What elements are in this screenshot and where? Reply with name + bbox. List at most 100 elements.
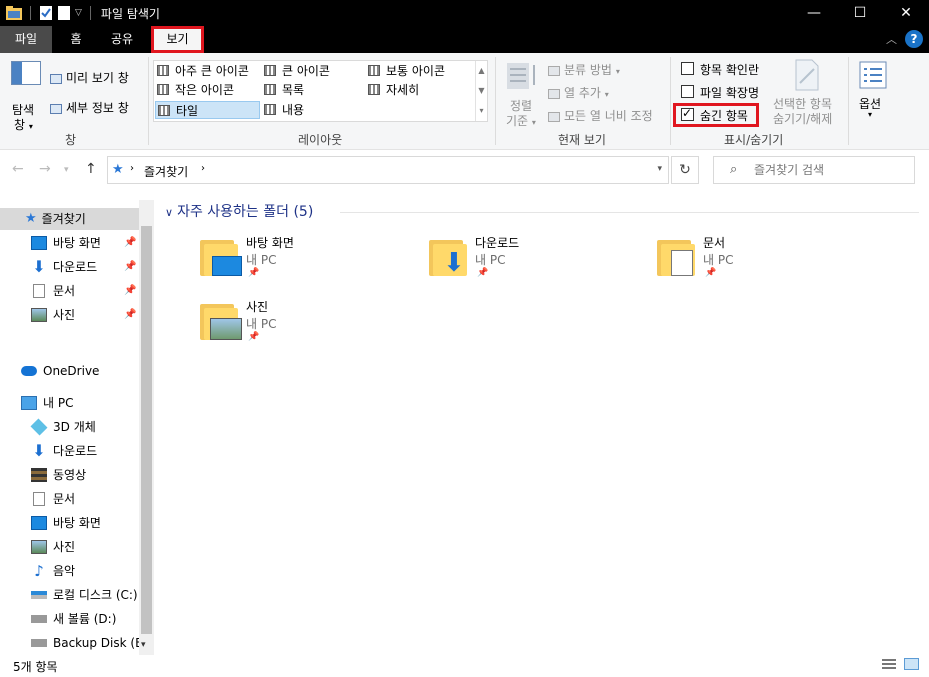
close-button[interactable]: ✕ xyxy=(883,0,929,26)
sidebar-item-music[interactable]: ♪ 음악 xyxy=(31,560,75,582)
scroll-down-chevron-icon[interactable]: ▾ xyxy=(141,640,146,650)
sidebar-item-local-disk-c[interactable]: 로컬 디스크 (C:) xyxy=(31,584,138,606)
sidebar-item-onedrive[interactable]: OneDrive xyxy=(21,360,99,382)
pin-icon: 📌 xyxy=(248,268,260,278)
layout-medium-icons[interactable]: 보통 아이콘 xyxy=(368,62,445,80)
tile-documents[interactable]: 문서 내 PC 📌 xyxy=(653,232,853,288)
fit-columns-button[interactable]: 모든 열 너비 조정 xyxy=(548,107,653,124)
pin-icon: 📌 xyxy=(124,237,137,248)
minimize-button[interactable]: — xyxy=(791,0,837,26)
sidebar-item-desktop-pc[interactable]: 바탕 화면 xyxy=(31,512,101,534)
group-collapse-chevron-icon[interactable]: ∨ xyxy=(165,206,173,219)
breadcrumb-chevron-icon[interactable]: › xyxy=(130,163,134,174)
add-column-button[interactable]: 열 추가 ▾ xyxy=(548,84,609,101)
hide-selected-button[interactable]: 선택한 항목 숨기기/해제 xyxy=(770,59,840,129)
layout-item-label: 작은 아이콘 xyxy=(175,83,235,97)
sidebar-item-label: 다운로드 xyxy=(53,260,98,274)
layout-large-icons[interactable]: 큰 아이콘 xyxy=(264,62,330,80)
layout-small-icons[interactable]: 작은 아이콘 xyxy=(157,81,234,99)
preview-pane-button[interactable]: 미리 보기 창 xyxy=(50,69,129,86)
sidebar-item-label: 동영상 xyxy=(53,468,87,482)
customize-toolbar-chevron-icon[interactable]: ▽ xyxy=(75,8,82,18)
sidebar-item-documents-pc[interactable]: 문서 xyxy=(31,488,75,510)
sidebar-item-label: 3D 개체 xyxy=(53,420,96,434)
layout-extra-large-icons[interactable]: 아주 큰 아이콘 xyxy=(157,62,249,80)
options-button[interactable]: 옵션 ▾ xyxy=(856,61,890,129)
tab-share[interactable]: 공유 xyxy=(100,26,144,53)
sidebar-item-downloads-pc[interactable]: ⬇ 다운로드 xyxy=(31,440,97,462)
pin-icon: 📌 xyxy=(705,268,717,278)
sidebar-item-this-pc[interactable]: 내 PC xyxy=(21,392,73,414)
dropdown-chevron-icon: ▾ xyxy=(531,118,536,127)
large-icons-view-icon[interactable] xyxy=(904,658,919,670)
documents-folder-icon xyxy=(657,236,697,276)
tile-location: 내 PC xyxy=(246,317,277,331)
picture-icon xyxy=(31,308,47,322)
forward-arrow-icon[interactable]: → xyxy=(39,161,51,177)
sidebar-item-label: 새 볼륨 (D:) xyxy=(53,612,117,626)
sidebar-item-documents[interactable]: 문서 xyxy=(31,280,75,302)
new-folder-icon[interactable] xyxy=(57,6,71,20)
tab-file[interactable]: 파일 xyxy=(0,26,52,53)
pin-icon: 📌 xyxy=(124,285,137,296)
back-arrow-icon[interactable]: ← xyxy=(12,161,24,177)
sidebar-item-pictures-pc[interactable]: 사진 xyxy=(31,536,75,558)
sidebar-item-downloads[interactable]: ⬇ 다운로드 xyxy=(31,256,97,278)
navigation-pane-button[interactable]: 탐색 창 ▾ xyxy=(8,61,44,132)
medium-icons-icon xyxy=(368,65,380,76)
up-arrow-icon[interactable]: ↑ xyxy=(85,161,97,177)
dropdown-chevron-icon: ▾ xyxy=(28,122,33,131)
navigation-pane: ★ 즐겨찾기 바탕 화면 📌 ⬇ 다운로드 📌 문서 📌 사진 📌 OneDrive… xyxy=(0,200,154,655)
tab-view[interactable]: 보기 xyxy=(151,26,204,53)
breadcrumb-chevron-icon[interactable]: › xyxy=(201,163,205,174)
collapse-ribbon-chevron-icon[interactable]: ︿ xyxy=(886,31,897,47)
breadcrumb-quick-access[interactable]: 즐겨찾기 xyxy=(144,163,188,180)
sidebar-item-desktop[interactable]: 바탕 화면 xyxy=(31,232,101,254)
address-bar[interactable]: ★ › 즐겨찾기 › ▾ xyxy=(107,156,669,184)
file-extensions-checkbox[interactable] xyxy=(681,85,694,98)
layout-gallery-scroll[interactable]: ▲ ▼ ▾ xyxy=(475,61,487,121)
sidebar-item-3d-objects[interactable]: 3D 개체 xyxy=(30,416,96,438)
scroll-up-icon[interactable]: ▲ xyxy=(476,61,487,81)
group-label-pane: 창 xyxy=(65,133,77,147)
details-pane-button[interactable]: 세부 정보 창 xyxy=(50,99,129,116)
sidebar-item-quick-access[interactable]: ★ 즐겨찾기 xyxy=(0,208,139,230)
layout-item-label: 내용 xyxy=(282,103,305,117)
sidebar-item-backup-disk-e[interactable]: Backup Disk (E:) xyxy=(31,632,151,654)
maximize-button[interactable]: ☐ xyxy=(837,0,883,26)
tile-desktop[interactable]: 바탕 화면 내 PC 📌 xyxy=(196,232,396,288)
gallery-more-icon[interactable]: ▾ xyxy=(476,101,487,121)
explorer-folder-icon[interactable] xyxy=(6,6,22,20)
computer-icon xyxy=(21,396,37,410)
properties-icon[interactable] xyxy=(39,6,53,20)
search-input[interactable]: ⌕ 즐겨찾기 검색 xyxy=(713,156,915,184)
layout-tiles[interactable]: 타일 xyxy=(155,101,260,119)
item-checkboxes-checkbox[interactable] xyxy=(681,62,694,75)
scroll-down-icon[interactable]: ▼ xyxy=(476,81,487,101)
layout-content[interactable]: 내용 xyxy=(264,101,304,119)
windows-drive-icon xyxy=(31,591,47,599)
group-by-button[interactable]: 분류 방법 ▾ xyxy=(548,61,620,78)
layout-list[interactable]: 목록 xyxy=(264,81,304,99)
address-history-chevron-icon[interactable]: ▾ xyxy=(657,164,662,174)
sidebar-item-label: 다운로드 xyxy=(53,444,98,458)
large-icons-icon xyxy=(264,65,276,76)
sort-by-label-2: 기준 ▾ xyxy=(506,112,536,129)
desktop-folder-icon xyxy=(200,236,242,276)
details-view-icon[interactable] xyxy=(882,659,896,670)
recent-locations-chevron-icon[interactable]: ▾ xyxy=(64,165,69,175)
sidebar-item-pictures[interactable]: 사진 xyxy=(31,304,75,326)
tab-home[interactable]: 홈 xyxy=(56,26,96,53)
sidebar-item-videos[interactable]: 동영상 xyxy=(31,464,86,486)
sidebar-scrollbar-thumb[interactable] xyxy=(141,226,152,634)
downloads-folder-icon: ⬇ xyxy=(429,236,469,276)
frequent-folders-group-header[interactable]: ∨ 자주 사용하는 폴더 (5) xyxy=(165,201,313,221)
help-icon[interactable]: ? xyxy=(905,30,923,48)
tile-pictures[interactable]: 사진 내 PC 📌 xyxy=(196,296,396,352)
layout-details[interactable]: 자세히 xyxy=(368,81,419,99)
sidebar-item-volume-d[interactable]: 새 볼륨 (D:) xyxy=(31,608,116,630)
content-icon xyxy=(264,104,276,115)
sort-by-button[interactable]: 정렬 기준 ▾ xyxy=(504,61,544,129)
refresh-button[interactable]: ↻ xyxy=(671,156,699,184)
tile-downloads[interactable]: ⬇ 다운로드 내 PC 📌 xyxy=(425,232,625,288)
